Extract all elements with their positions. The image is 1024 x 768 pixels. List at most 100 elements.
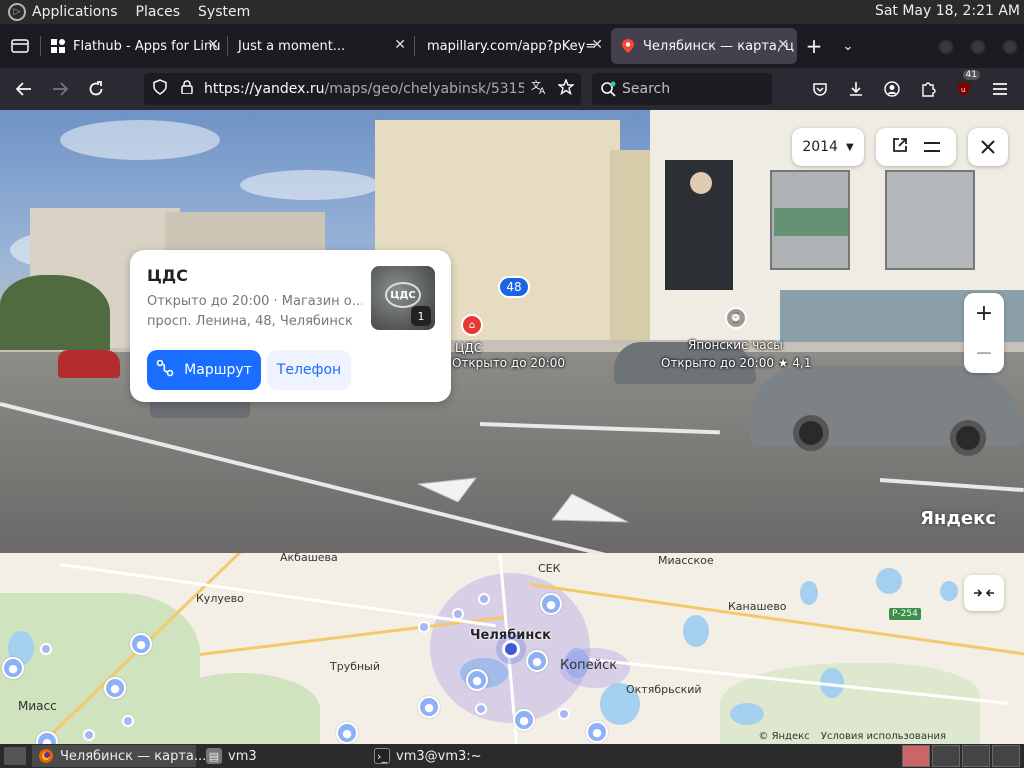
tab-overflow-chevron-icon[interactable]: ⌄ bbox=[831, 39, 865, 54]
zoom-in-button[interactable]: + bbox=[975, 293, 993, 333]
poi-card[interactable]: ЦДС Открыто до 20:00 · Магазин о... прос… bbox=[130, 250, 451, 402]
route-button[interactable]: Маршрут bbox=[147, 350, 261, 390]
house-number-badge[interactable]: 48 bbox=[498, 276, 530, 298]
applications-icon[interactable]: ▷ bbox=[8, 3, 26, 21]
place-miasskoe[interactable]: Миасское bbox=[658, 554, 714, 567]
poi-pin-icon[interactable]: ⌂ bbox=[461, 314, 483, 336]
close-panorama-button[interactable] bbox=[968, 128, 1008, 166]
tab-chelyabinsk-map[interactable]: Челябинск — карта, ц ✕ bbox=[611, 28, 797, 64]
map-marker[interactable]: ● bbox=[336, 722, 358, 744]
collapse-map-button[interactable] bbox=[964, 575, 1004, 611]
tab-just-a-moment[interactable]: Just a moment... ✕ bbox=[228, 28, 414, 64]
workspace-2[interactable] bbox=[932, 745, 960, 767]
minimize-window-button[interactable] bbox=[938, 39, 954, 55]
place-kanashevo[interactable]: Канашево bbox=[728, 600, 787, 613]
place-trubny[interactable]: Трубный bbox=[330, 660, 380, 673]
poi-label-name[interactable]: ЦДС bbox=[455, 341, 482, 355]
pano-back-arrow[interactable] bbox=[418, 476, 480, 502]
close-tab-icon[interactable]: ✕ bbox=[394, 37, 406, 53]
map-marker[interactable]: ● bbox=[2, 657, 24, 679]
taskbar-item-files[interactable]: ▤ vm3 bbox=[200, 745, 364, 767]
show-desktop-button[interactable] bbox=[4, 747, 26, 765]
url-bar[interactable]: https://yandex.ru/maps/geo/chelyabinsk/5… bbox=[144, 73, 581, 105]
tracking-protection-shield-icon[interactable] bbox=[149, 79, 171, 99]
terms-link[interactable]: Условия использования bbox=[821, 731, 946, 742]
translate-icon[interactable]: 文A bbox=[528, 79, 550, 99]
open-external-icon[interactable] bbox=[891, 136, 909, 159]
map-dot[interactable] bbox=[452, 608, 464, 620]
downloads-button[interactable] bbox=[838, 73, 874, 105]
close-tab-icon[interactable]: ✕ bbox=[777, 37, 789, 53]
pano-forward-arrow[interactable] bbox=[552, 494, 632, 526]
map-dot[interactable] bbox=[558, 708, 570, 720]
places-menu[interactable]: Places bbox=[136, 4, 181, 20]
watch-shop-pin-icon[interactable]: ⌚ bbox=[725, 307, 747, 329]
store-logo: ЦДС bbox=[385, 282, 421, 308]
lake bbox=[683, 615, 709, 647]
system-menu[interactable]: System bbox=[198, 4, 250, 20]
taskbar-item-firefox[interactable]: Челябинск — карта... bbox=[32, 745, 206, 767]
map-marker[interactable]: ● bbox=[540, 593, 562, 615]
bookmark-star-icon[interactable] bbox=[555, 78, 577, 99]
poi-label-hours[interactable]: Открыто до 20:00 bbox=[452, 356, 565, 370]
close-tab-icon[interactable]: ✕ bbox=[207, 37, 219, 53]
map-marker[interactable]: ● bbox=[466, 669, 488, 691]
poi-label-hours-rating[interactable]: Открыто до 20:00 ★ 4,1 bbox=[661, 356, 811, 370]
tab-mapillary[interactable]: mapillary.com/app?pKey= ✕ bbox=[415, 28, 611, 64]
app-menu-button[interactable] bbox=[982, 73, 1018, 105]
reload-button[interactable] bbox=[78, 73, 114, 105]
taskbar-item-terminal[interactable]: ›_ vm3@vm3:~ bbox=[368, 745, 532, 767]
map-dot[interactable] bbox=[122, 715, 134, 727]
lock-icon[interactable] bbox=[176, 80, 198, 98]
map-dot[interactable] bbox=[418, 621, 430, 633]
menu-lines-icon[interactable] bbox=[923, 137, 941, 158]
close-window-button[interactable] bbox=[1002, 39, 1018, 55]
ublock-extension-button[interactable]: u 41 bbox=[946, 70, 982, 105]
map-dot[interactable] bbox=[83, 729, 95, 741]
place-sek[interactable]: СЕК bbox=[538, 562, 560, 575]
place-akbasheva[interactable]: Акбашева bbox=[280, 553, 338, 564]
place-kuluevo[interactable]: Кулуево bbox=[196, 592, 244, 605]
map-marker[interactable]: ● bbox=[586, 721, 608, 743]
map-dot[interactable] bbox=[478, 593, 490, 605]
forward-button[interactable] bbox=[42, 73, 78, 105]
current-location-marker[interactable] bbox=[502, 640, 520, 658]
trees bbox=[0, 275, 110, 350]
search-bar[interactable]: Search bbox=[592, 73, 772, 105]
url-text[interactable]: https://yandex.ru/maps/geo/chelyabinsk/5… bbox=[204, 81, 524, 97]
street-view-panorama[interactable]: 2014 ▼ + − 48 ⌂ ЦДС Открыто до 20:00 ⌚ Я… bbox=[0, 110, 1024, 553]
place-miass[interactable]: Миасс bbox=[18, 699, 57, 713]
account-button[interactable] bbox=[874, 73, 910, 105]
list-all-tabs-button[interactable] bbox=[0, 24, 40, 68]
workspace-1[interactable] bbox=[902, 745, 930, 767]
map-marker[interactable]: ● bbox=[418, 696, 440, 718]
applications-menu[interactable]: Applications bbox=[32, 4, 118, 20]
tab-flathub[interactable]: Flathub - Apps for Linu ✕ bbox=[41, 28, 227, 64]
zoom-out-button[interactable]: − bbox=[975, 333, 993, 373]
back-button[interactable] bbox=[6, 73, 42, 105]
map-marker[interactable]: ● bbox=[130, 633, 152, 655]
map-dot[interactable] bbox=[40, 643, 52, 655]
phone-label: Телефон bbox=[276, 362, 342, 378]
extensions-button[interactable] bbox=[910, 73, 946, 105]
poi-label-name[interactable]: Японские часы bbox=[688, 338, 783, 352]
panorama-year-select[interactable]: 2014 ▼ bbox=[792, 128, 864, 166]
copyright[interactable]: © Яндекс bbox=[758, 731, 809, 742]
map-marker[interactable]: ● bbox=[526, 650, 548, 672]
close-tab-icon[interactable]: ✕ bbox=[591, 37, 603, 53]
clock[interactable]: Sat May 18, 2:21 AM bbox=[875, 3, 1020, 19]
map-dot[interactable] bbox=[475, 703, 487, 715]
map-view[interactable]: Акбашева СЕК Миасское Кулуево Канашево Ч… bbox=[0, 553, 1024, 744]
place-oktyabrsky[interactable]: Октябрьский bbox=[626, 683, 702, 696]
map-marker[interactable]: ● bbox=[513, 709, 535, 731]
new-tab-button[interactable]: + bbox=[797, 34, 831, 58]
map-marker[interactable]: ● bbox=[104, 677, 126, 699]
workspace-3[interactable] bbox=[962, 745, 990, 767]
pocket-button[interactable] bbox=[802, 73, 838, 105]
place-kopeysk[interactable]: Копейск bbox=[560, 658, 617, 673]
phone-button[interactable]: Телефон bbox=[267, 350, 351, 390]
workspace-4[interactable] bbox=[992, 745, 1020, 767]
maximize-window-button[interactable] bbox=[970, 39, 986, 55]
poi-photo-thumbnail[interactable]: ЦДС 1 bbox=[371, 266, 435, 330]
year-value: 2014 bbox=[802, 139, 838, 155]
